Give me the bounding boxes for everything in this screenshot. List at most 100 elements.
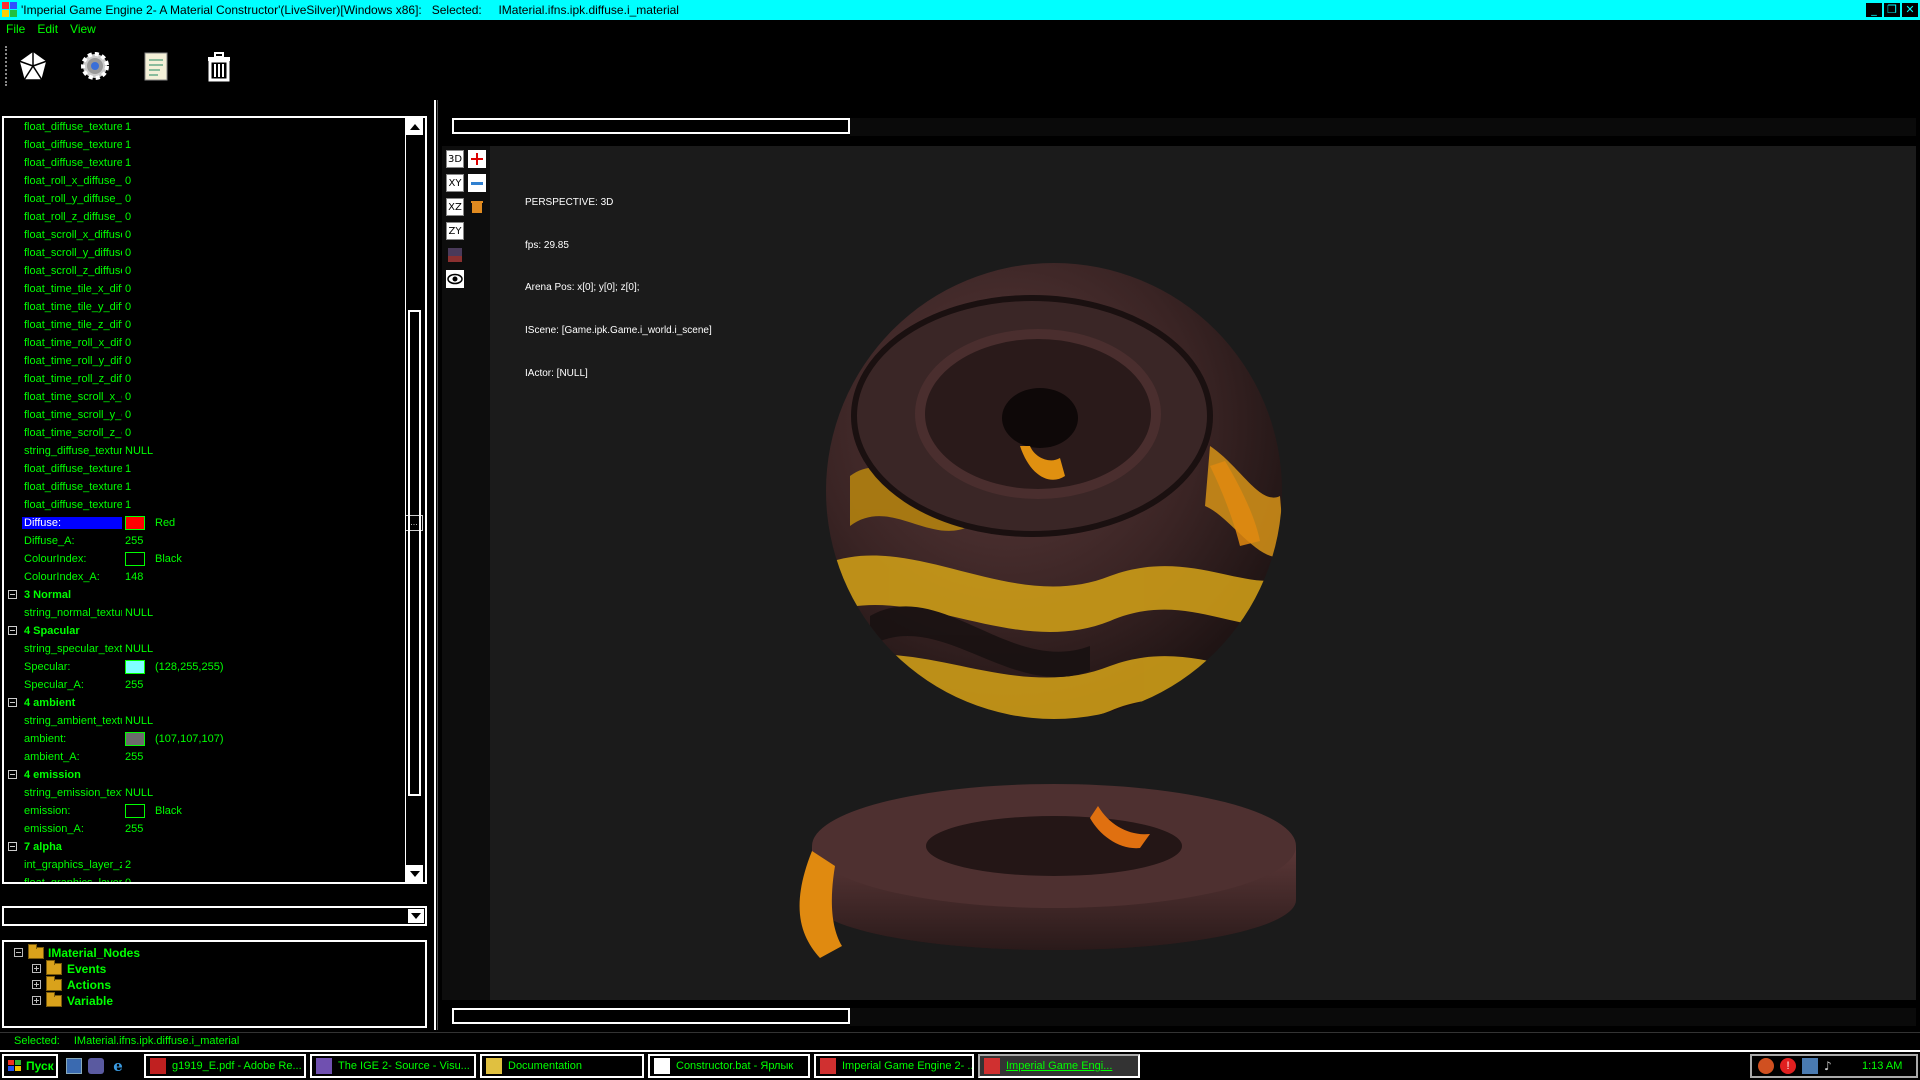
property-row[interactable]: float_time_tile_x_diff 0 bbox=[4, 280, 403, 298]
property-value[interactable]: 0 bbox=[125, 427, 131, 439]
property-row[interactable]: ColourIndex: Black bbox=[4, 550, 403, 568]
property-row[interactable]: float_diffuse_texture 1 bbox=[4, 136, 403, 154]
property-value[interactable]: 1 bbox=[125, 481, 131, 493]
tray-network-icon[interactable] bbox=[1802, 1058, 1818, 1074]
scroll-thumb[interactable] bbox=[408, 310, 421, 796]
property-row[interactable]: float_diffuse_texture 1 bbox=[4, 496, 403, 514]
property-row[interactable]: float_scroll_y_diffuse 0 bbox=[4, 244, 403, 262]
property-value[interactable]: 0 bbox=[125, 337, 131, 349]
property-row[interactable]: Specular: (128,255,255) bbox=[4, 658, 403, 676]
delete-button[interactable] bbox=[202, 46, 236, 86]
viewport-bottom-input[interactable] bbox=[452, 1008, 850, 1024]
property-scrollbar[interactable] bbox=[405, 118, 423, 882]
property-value[interactable]: 255 bbox=[125, 823, 143, 835]
property-row[interactable]: float_roll_y_diffuse_ 0 bbox=[4, 190, 403, 208]
tree-item-variable[interactable]: Variable bbox=[4, 992, 425, 1009]
property-value[interactable]: 0 bbox=[125, 175, 131, 187]
color-swatch[interactable] bbox=[125, 732, 145, 746]
node-combo-box[interactable] bbox=[2, 906, 427, 926]
property-row[interactable]: emission_A: 255 bbox=[4, 820, 403, 838]
start-button[interactable]: Пуск bbox=[2, 1054, 58, 1078]
property-row[interactable]: ambient_A: 255 bbox=[4, 748, 403, 766]
3d-viewport[interactable]: PERSPECTIVE: 3D fps: 29.85 Arena Pos: x[… bbox=[490, 146, 1916, 1000]
tree-item-events[interactable]: Events bbox=[4, 960, 425, 977]
collapse-icon[interactable] bbox=[8, 770, 17, 779]
property-value[interactable]: 0 bbox=[125, 877, 131, 882]
toolbar-grip[interactable] bbox=[5, 46, 9, 86]
property-group[interactable]: 3 Normal bbox=[4, 586, 403, 604]
color-swatch[interactable] bbox=[125, 660, 145, 674]
tree-expand-icon[interactable] bbox=[32, 964, 41, 973]
collapse-icon[interactable] bbox=[8, 590, 17, 599]
view-xz-button[interactable]: XZ bbox=[446, 198, 464, 216]
node-tree[interactable]: IMaterial_Nodes Events Actions Variable bbox=[2, 940, 427, 1028]
property-value[interactable]: 1 bbox=[125, 499, 131, 511]
property-row[interactable]: float_roll_x_diffuse_ 0 bbox=[4, 172, 403, 190]
tray-alert-icon[interactable]: ! bbox=[1780, 1058, 1796, 1074]
scroll-down-button[interactable] bbox=[406, 865, 423, 882]
property-value[interactable]: 0 bbox=[125, 391, 131, 403]
show-desktop-icon[interactable] bbox=[66, 1058, 82, 1074]
viewport-top-input[interactable] bbox=[452, 118, 850, 134]
property-value[interactable]: 148 bbox=[125, 571, 143, 583]
property-row[interactable]: float_scroll_z_diffuse 0 bbox=[4, 262, 403, 280]
taskbar-button[interactable]: The IGE 2- Source - Visu... bbox=[310, 1054, 476, 1078]
tree-expand-icon[interactable] bbox=[32, 996, 41, 1005]
property-value[interactable]: (128,255,255) bbox=[155, 661, 224, 673]
property-group[interactable]: 4 emission bbox=[4, 766, 403, 784]
panel-splitter[interactable] bbox=[434, 100, 438, 1030]
property-value[interactable]: NULL bbox=[125, 715, 153, 727]
property-value[interactable]: 0 bbox=[125, 319, 131, 331]
tree-expand-icon[interactable] bbox=[32, 980, 41, 989]
property-group[interactable]: 4 Spacular bbox=[4, 622, 403, 640]
texture-icon[interactable] bbox=[446, 246, 464, 264]
property-row[interactable]: string_specular_textureNULL bbox=[4, 640, 403, 658]
taskbar-button[interactable]: Constructor.bat - Ярлык bbox=[648, 1054, 810, 1078]
property-value[interactable]: NULL bbox=[125, 607, 153, 619]
property-value[interactable]: Red bbox=[155, 517, 175, 529]
property-row[interactable]: float_time_tile_y_diff 0 bbox=[4, 298, 403, 316]
tray-volume-icon[interactable]: ♪ bbox=[1824, 1058, 1840, 1074]
collapse-icon[interactable] bbox=[8, 842, 17, 851]
taskbar-button[interactable]: Imperial Game Engine 2- ... bbox=[814, 1054, 974, 1078]
property-value[interactable]: Black bbox=[155, 553, 182, 565]
internet-explorer-icon[interactable]: e bbox=[110, 1058, 126, 1074]
scroll-up-button[interactable] bbox=[406, 118, 423, 135]
property-row[interactable]: ambient: (107,107,107) bbox=[4, 730, 403, 748]
tree-item-actions[interactable]: Actions bbox=[4, 976, 425, 993]
close-button[interactable]: ✕ bbox=[1902, 3, 1918, 17]
property-group[interactable]: 4 ambient bbox=[4, 694, 403, 712]
property-value[interactable]: NULL bbox=[125, 643, 153, 655]
bin-icon[interactable] bbox=[468, 198, 486, 216]
tree-collapse-icon[interactable] bbox=[14, 948, 23, 957]
property-row[interactable]: float_diffuse_texture 1 bbox=[4, 118, 403, 136]
property-value[interactable]: 255 bbox=[125, 535, 143, 547]
property-row[interactable]: string_normal_texture NULL bbox=[4, 604, 403, 622]
property-row[interactable]: float_time_scroll_x_c 0 bbox=[4, 388, 403, 406]
taskbar-button[interactable]: g1919_E.pdf - Adobe Re... bbox=[144, 1054, 306, 1078]
property-row[interactable]: Diffuse: Red... bbox=[4, 514, 423, 532]
notes-button[interactable] bbox=[140, 46, 174, 86]
property-value[interactable]: 0 bbox=[125, 229, 131, 241]
property-row[interactable]: float_diffuse_texture 1 bbox=[4, 460, 403, 478]
minimize-button[interactable]: _ bbox=[1866, 3, 1882, 17]
property-row[interactable]: float_diffuse_texture 1 bbox=[4, 478, 403, 496]
property-row[interactable]: float_scroll_x_diffuse 0 bbox=[4, 226, 403, 244]
collapse-icon[interactable] bbox=[8, 698, 17, 707]
combo-dropdown-button[interactable] bbox=[408, 909, 424, 923]
property-row[interactable]: Diffuse_A: 255 bbox=[4, 532, 403, 550]
maximize-button[interactable]: ❐ bbox=[1884, 3, 1900, 17]
eye-icon[interactable] bbox=[446, 270, 464, 288]
property-value[interactable]: NULL bbox=[125, 445, 153, 457]
property-row[interactable]: Specular_A: 255 bbox=[4, 676, 403, 694]
horizontal-bar-icon[interactable] bbox=[468, 174, 486, 192]
property-value[interactable]: NULL bbox=[125, 787, 153, 799]
property-value[interactable]: 0 bbox=[125, 409, 131, 421]
property-value[interactable]: 2 bbox=[125, 859, 131, 871]
property-grid[interactable]: float_diffuse_texture 1 float_diffuse_text… bbox=[2, 116, 427, 884]
property-value[interactable]: 0 bbox=[125, 373, 131, 385]
property-row[interactable]: int_graphics_layer_z 2 bbox=[4, 856, 403, 874]
property-row[interactable]: float_roll_z_diffuse_ 0 bbox=[4, 208, 403, 226]
property-row[interactable]: emission: Black bbox=[4, 802, 403, 820]
menu-view[interactable]: View bbox=[70, 22, 96, 36]
